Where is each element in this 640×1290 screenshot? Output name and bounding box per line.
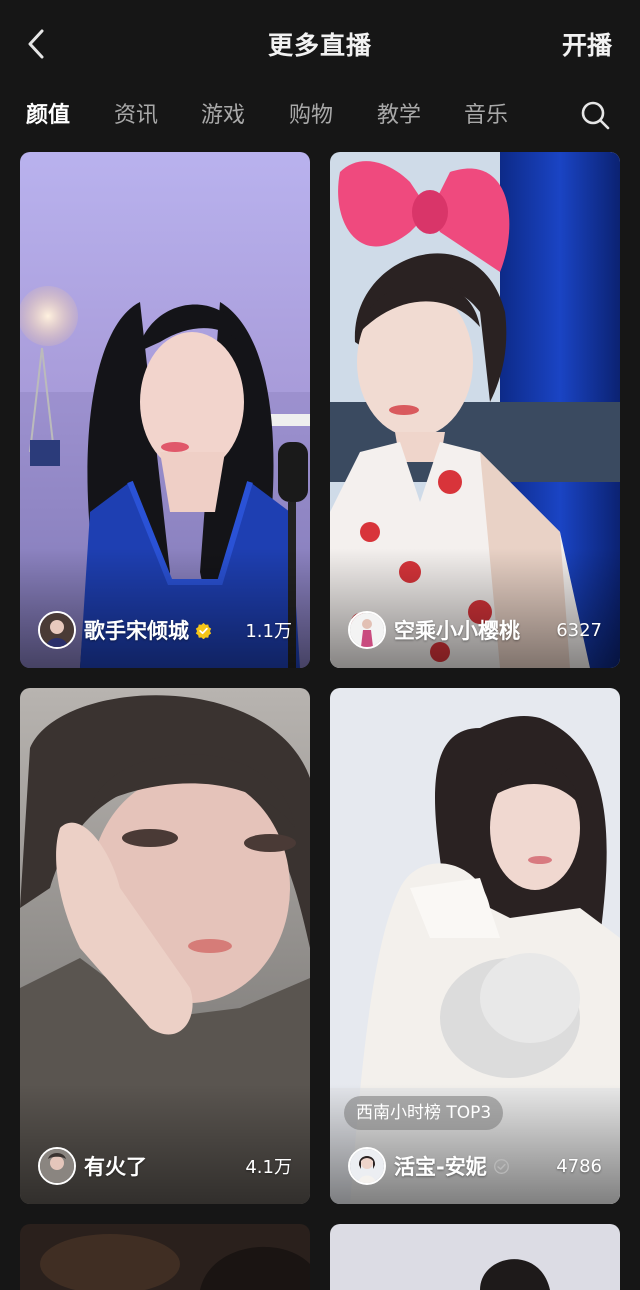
tab-yinyue[interactable]: 音乐 bbox=[464, 96, 508, 136]
card-footer: 有火了 4.1万 bbox=[38, 1146, 292, 1186]
card-footer: 歌手宋倾城 1.1万 bbox=[38, 610, 292, 650]
stream-thumbnail bbox=[20, 1224, 310, 1290]
verified-badge-icon bbox=[493, 1158, 509, 1174]
top-bar: 更多直播 开播 bbox=[0, 0, 640, 88]
live-card[interactable] bbox=[330, 1224, 620, 1290]
streamer-name: 歌手宋倾城 bbox=[84, 619, 189, 643]
tab-zixun[interactable]: 资讯 bbox=[114, 96, 158, 136]
avatar[interactable] bbox=[38, 1147, 76, 1185]
start-live-button[interactable]: 开播 bbox=[562, 26, 612, 62]
viewer-count: 1.1万 bbox=[245, 621, 292, 642]
avatar[interactable] bbox=[348, 1147, 386, 1185]
viewer-count: 4786 bbox=[556, 1155, 602, 1177]
search-icon bbox=[581, 101, 610, 130]
live-card[interactable]: 歌手宋倾城 1.1万 bbox=[20, 152, 310, 668]
search-button[interactable] bbox=[580, 100, 612, 132]
live-card[interactable]: 有火了 4.1万 bbox=[20, 688, 310, 1204]
live-card[interactable] bbox=[20, 1224, 310, 1290]
viewer-count: 6327 bbox=[556, 619, 602, 641]
rank-badge[interactable]: 西南小时榜 TOP3 bbox=[344, 1096, 504, 1130]
tab-gouwu[interactable]: 购物 bbox=[289, 96, 333, 136]
avatar[interactable] bbox=[348, 611, 386, 649]
live-card[interactable]: 空乘小小樱桃 6327 bbox=[330, 152, 620, 668]
viewer-count: 4.1万 bbox=[245, 1157, 292, 1178]
tab-yanzhi[interactable]: 颜值 bbox=[26, 96, 70, 136]
streamer-name: 有火了 bbox=[84, 1155, 147, 1179]
verified-badge-icon bbox=[195, 622, 212, 639]
card-footer: 空乘小小樱桃 6327 bbox=[348, 610, 602, 650]
tab-youxi[interactable]: 游戏 bbox=[201, 96, 245, 136]
live-card[interactable]: 西南小时榜 TOP3 活宝-安妮 4786 bbox=[330, 688, 620, 1204]
tab-jiaoxue[interactable]: 教学 bbox=[377, 96, 421, 136]
avatar[interactable] bbox=[38, 611, 76, 649]
page-title: 更多直播 bbox=[267, 31, 372, 60]
card-footer: 活宝-安妮 4786 bbox=[348, 1146, 602, 1186]
category-tabs: 颜值 资讯 游戏 购物 教学 音乐 bbox=[0, 96, 640, 140]
streamer-name: 空乘小小樱桃 bbox=[394, 619, 520, 643]
stream-thumbnail bbox=[330, 1224, 620, 1290]
streamer-name: 活宝-安妮 bbox=[394, 1155, 487, 1179]
